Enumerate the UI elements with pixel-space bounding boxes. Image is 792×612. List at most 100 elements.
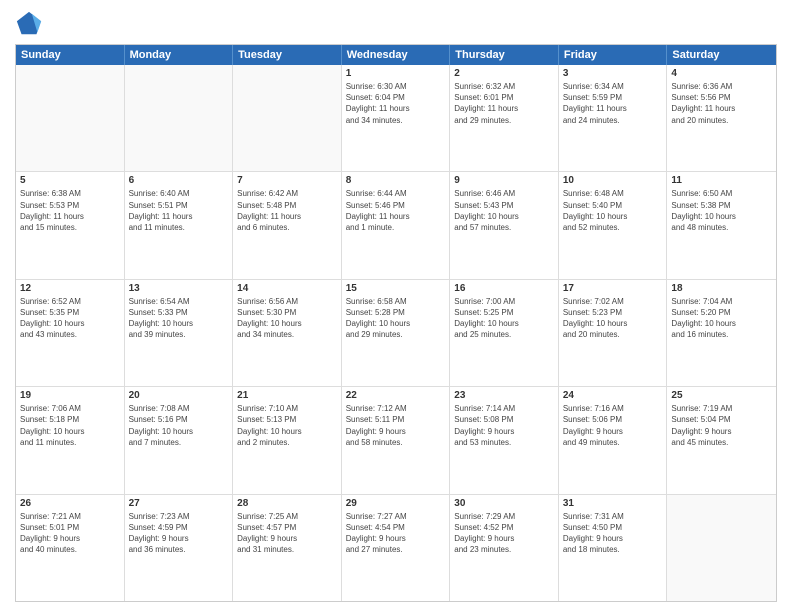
- cell-info: Sunrise: 6:34 AMSunset: 5:59 PMDaylight:…: [563, 81, 663, 126]
- day-number: 16: [454, 283, 554, 294]
- calendar-row-2: 12Sunrise: 6:52 AMSunset: 5:35 PMDayligh…: [16, 279, 776, 386]
- calendar-row-0: 1Sunrise: 6:30 AMSunset: 6:04 PMDaylight…: [16, 65, 776, 171]
- calendar-row-1: 5 Sunrise: 6:38 AMSunset: 5:53 PMDaylight…: [16, 171, 776, 278]
- header-day-thursday: Thursday: [450, 45, 559, 65]
- cell-info: Sunrise: 7:31 AMSunset: 4:50 PMDaylight:…: [563, 511, 663, 556]
- day-number: 31: [563, 498, 663, 509]
- calendar-cell: 29 Sunrise: 7:27 AMSunset: 4:54 PMDayligh…: [342, 495, 451, 601]
- calendar-cell: 28 Sunrise: 7:25 AMSunset: 4:57 PMDayligh…: [233, 495, 342, 601]
- calendar-cell: 15 Sunrise: 6:58 AMSunset: 5:28 PMDayligh…: [342, 280, 451, 386]
- calendar-cell: 10 Sunrise: 6:48 AMSunset: 5:40 PMDayligh…: [559, 172, 668, 278]
- cell-info: Sunrise: 6:44 AMSunset: 5:46 PMDaylight:…: [346, 188, 446, 233]
- calendar: SundayMondayTuesdayWednesdayThursdayFrid…: [15, 44, 777, 602]
- cell-info: Sunrise: 6:58 AMSunset: 5:28 PMDaylight:…: [346, 296, 446, 341]
- cell-info: Sunrise: 7:19 AMSunset: 5:04 PMDaylight:…: [671, 403, 772, 448]
- day-number: 28: [237, 498, 337, 509]
- calendar-cell: 8 Sunrise: 6:44 AMSunset: 5:46 PMDaylight…: [342, 172, 451, 278]
- cell-info: Sunrise: 6:32 AMSunset: 6:01 PMDaylight:…: [454, 81, 554, 126]
- cell-info: Sunrise: 6:38 AMSunset: 5:53 PMDaylight:…: [20, 188, 120, 233]
- calendar-header: SundayMondayTuesdayWednesdayThursdayFrid…: [16, 45, 776, 65]
- day-number: 25: [671, 390, 772, 401]
- cell-info: Sunrise: 6:48 AMSunset: 5:40 PMDaylight:…: [563, 188, 663, 233]
- cell-info: Sunrise: 7:00 AMSunset: 5:25 PMDaylight:…: [454, 296, 554, 341]
- cell-info: Sunrise: 7:25 AMSunset: 4:57 PMDaylight:…: [237, 511, 337, 556]
- calendar-cell: 9 Sunrise: 6:46 AMSunset: 5:43 PMDaylight…: [450, 172, 559, 278]
- day-number: 5: [20, 175, 120, 186]
- cell-info: Sunrise: 6:50 AMSunset: 5:38 PMDaylight:…: [671, 188, 772, 233]
- cell-info: Sunrise: 7:27 AMSunset: 4:54 PMDaylight:…: [346, 511, 446, 556]
- cell-info: Sunrise: 7:14 AMSunset: 5:08 PMDaylight:…: [454, 403, 554, 448]
- calendar-row-4: 26 Sunrise: 7:21 AMSunset: 5:01 PMDayligh…: [16, 494, 776, 601]
- cell-info: Sunrise: 7:29 AMSunset: 4:52 PMDaylight:…: [454, 511, 554, 556]
- day-number: 23: [454, 390, 554, 401]
- day-number: 15: [346, 283, 446, 294]
- day-number: 19: [20, 390, 120, 401]
- cell-info: Sunrise: 6:36 AMSunset: 5:56 PMDaylight:…: [671, 81, 772, 126]
- day-number: 26: [20, 498, 120, 509]
- calendar-cell: 20 Sunrise: 7:08 AMSunset: 5:16 PMDayligh…: [125, 387, 234, 493]
- day-number: 8: [346, 175, 446, 186]
- header-day-tuesday: Tuesday: [233, 45, 342, 65]
- day-number: 2: [454, 68, 554, 79]
- day-number: 29: [346, 498, 446, 509]
- calendar-cell: 24 Sunrise: 7:16 AMSunset: 5:06 PMDayligh…: [559, 387, 668, 493]
- calendar-cell: 1Sunrise: 6:30 AMSunset: 6:04 PMDaylight…: [342, 65, 451, 171]
- calendar-cell: 23 Sunrise: 7:14 AMSunset: 5:08 PMDayligh…: [450, 387, 559, 493]
- calendar-cell: [667, 495, 776, 601]
- day-number: 21: [237, 390, 337, 401]
- calendar-row-3: 19 Sunrise: 7:06 AMSunset: 5:18 PMDayligh…: [16, 386, 776, 493]
- calendar-body: 1Sunrise: 6:30 AMSunset: 6:04 PMDaylight…: [16, 65, 776, 601]
- day-number: 4: [671, 68, 772, 79]
- calendar-cell: 19 Sunrise: 7:06 AMSunset: 5:18 PMDayligh…: [16, 387, 125, 493]
- calendar-cell: 18Sunrise: 7:04 AMSunset: 5:20 PMDayligh…: [667, 280, 776, 386]
- day-number: 20: [129, 390, 229, 401]
- calendar-cell: 6Sunrise: 6:40 AMSunset: 5:51 PMDaylight…: [125, 172, 234, 278]
- day-number: 10: [563, 175, 663, 186]
- cell-info: Sunrise: 7:10 AMSunset: 5:13 PMDaylight:…: [237, 403, 337, 448]
- header-day-wednesday: Wednesday: [342, 45, 451, 65]
- cell-info: Sunrise: 7:12 AMSunset: 5:11 PMDaylight:…: [346, 403, 446, 448]
- cell-info: Sunrise: 6:40 AMSunset: 5:51 PMDaylight:…: [129, 188, 229, 233]
- calendar-cell: [125, 65, 234, 171]
- cell-info: Sunrise: 6:52 AMSunset: 5:35 PMDaylight:…: [20, 296, 120, 341]
- cell-info: Sunrise: 7:21 AMSunset: 5:01 PMDaylight:…: [20, 511, 120, 556]
- cell-info: Sunrise: 7:23 AMSunset: 4:59 PMDaylight:…: [129, 511, 229, 556]
- day-number: 13: [129, 283, 229, 294]
- calendar-cell: 27 Sunrise: 7:23 AMSunset: 4:59 PMDayligh…: [125, 495, 234, 601]
- day-number: 14: [237, 283, 337, 294]
- cell-info: Sunrise: 6:54 AMSunset: 5:33 PMDaylight:…: [129, 296, 229, 341]
- day-number: 24: [563, 390, 663, 401]
- calendar-cell: 30Sunrise: 7:29 AMSunset: 4:52 PMDayligh…: [450, 495, 559, 601]
- cell-info: Sunrise: 6:46 AMSunset: 5:43 PMDaylight:…: [454, 188, 554, 233]
- day-number: 7: [237, 175, 337, 186]
- day-number: 11: [671, 175, 772, 186]
- header-day-friday: Friday: [559, 45, 668, 65]
- day-number: 1: [346, 68, 446, 79]
- calendar-cell: 7 Sunrise: 6:42 AMSunset: 5:48 PMDaylight…: [233, 172, 342, 278]
- day-number: 27: [129, 498, 229, 509]
- cell-info: Sunrise: 7:08 AMSunset: 5:16 PMDaylight:…: [129, 403, 229, 448]
- day-number: 9: [454, 175, 554, 186]
- day-number: 22: [346, 390, 446, 401]
- calendar-cell: 21 Sunrise: 7:10 AMSunset: 5:13 PMDayligh…: [233, 387, 342, 493]
- calendar-cell: 13 Sunrise: 6:54 AMSunset: 5:33 PMDayligh…: [125, 280, 234, 386]
- cell-info: Sunrise: 6:42 AMSunset: 5:48 PMDaylight:…: [237, 188, 337, 233]
- calendar-cell: 16 Sunrise: 7:00 AMSunset: 5:25 PMDayligh…: [450, 280, 559, 386]
- cell-info: Sunrise: 7:06 AMSunset: 5:18 PMDaylight:…: [20, 403, 120, 448]
- day-number: 3: [563, 68, 663, 79]
- calendar-cell: [16, 65, 125, 171]
- calendar-cell: 25 Sunrise: 7:19 AMSunset: 5:04 PMDayligh…: [667, 387, 776, 493]
- calendar-cell: 31 Sunrise: 7:31 AMSunset: 4:50 PMDayligh…: [559, 495, 668, 601]
- cell-info: Sunrise: 6:56 AMSunset: 5:30 PMDaylight:…: [237, 296, 337, 341]
- cell-info: Sunrise: 7:16 AMSunset: 5:06 PMDaylight:…: [563, 403, 663, 448]
- calendar-cell: 12Sunrise: 6:52 AMSunset: 5:35 PMDayligh…: [16, 280, 125, 386]
- page: SundayMondayTuesdayWednesdayThursdayFrid…: [0, 0, 792, 612]
- calendar-cell: 17Sunrise: 7:02 AMSunset: 5:23 PMDayligh…: [559, 280, 668, 386]
- cell-info: Sunrise: 7:04 AMSunset: 5:20 PMDaylight:…: [671, 296, 772, 341]
- calendar-cell: [233, 65, 342, 171]
- cell-info: Sunrise: 7:02 AMSunset: 5:23 PMDaylight:…: [563, 296, 663, 341]
- calendar-cell: 2 Sunrise: 6:32 AMSunset: 6:01 PMDaylight…: [450, 65, 559, 171]
- header-day-monday: Monday: [125, 45, 234, 65]
- calendar-cell: 3 Sunrise: 6:34 AMSunset: 5:59 PMDaylight…: [559, 65, 668, 171]
- header-day-saturday: Saturday: [667, 45, 776, 65]
